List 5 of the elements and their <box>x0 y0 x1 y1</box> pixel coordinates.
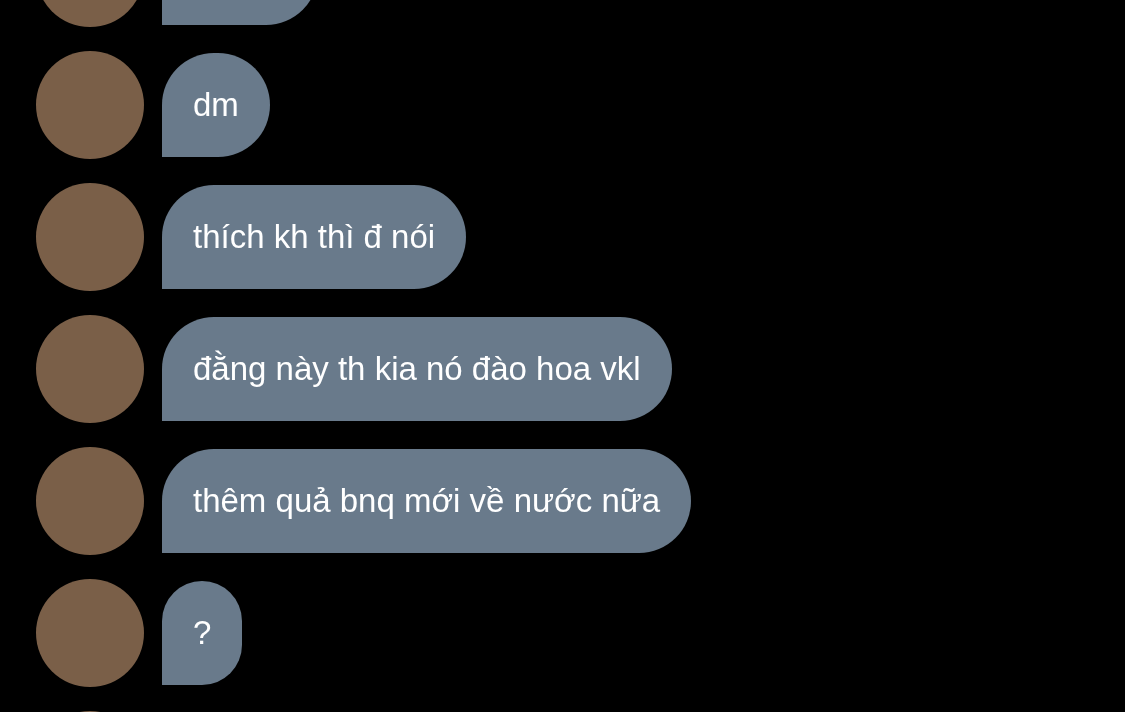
message-bubble: ? <box>162 581 243 685</box>
message-bubble: đằng này th kia nó đào hoa vkl <box>162 317 672 421</box>
message-bubble: thêm quả bnq mới về nước nữa <box>162 449 692 553</box>
message-bubble: thích kh thì đ nói <box>162 185 467 289</box>
message-bubble: dm <box>162 53 270 157</box>
